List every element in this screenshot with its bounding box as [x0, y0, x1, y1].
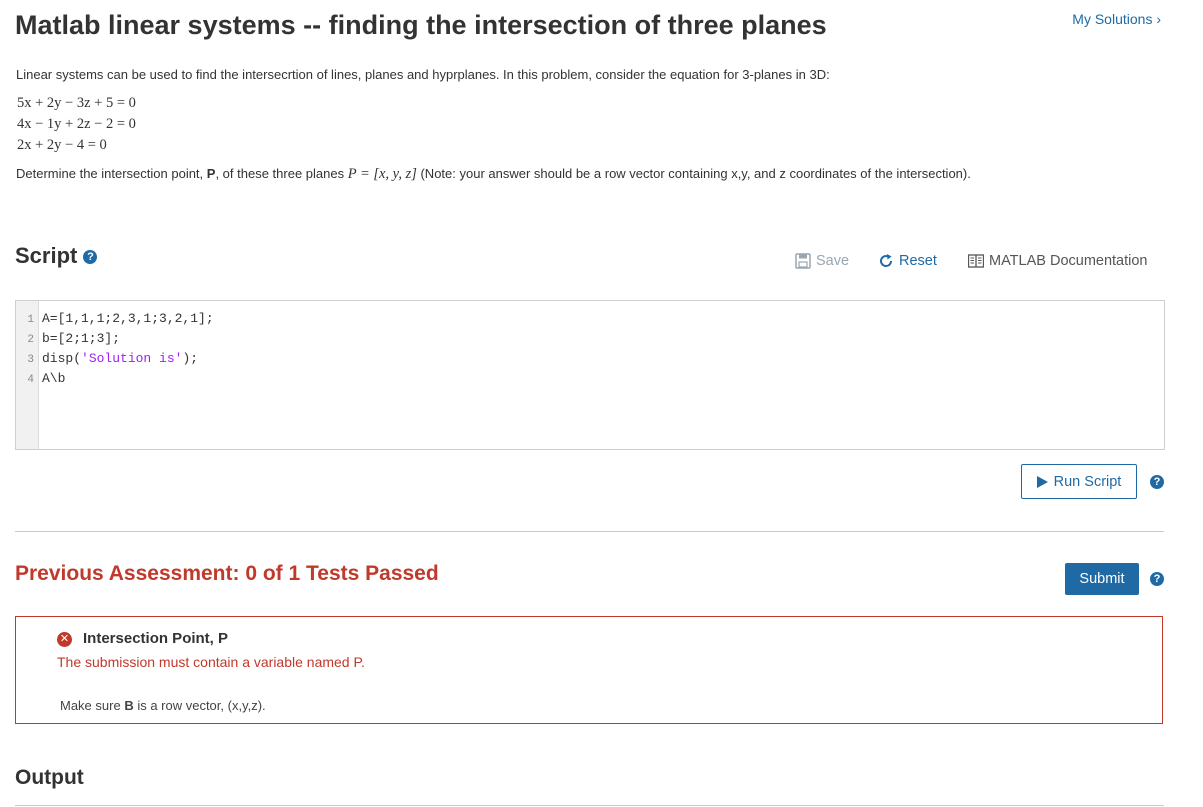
line-number: 2	[27, 334, 34, 346]
test-message: The submission must contain a variable n…	[57, 654, 365, 670]
section-divider	[15, 531, 1164, 532]
output-heading: Output	[15, 766, 84, 789]
reset-icon	[880, 254, 893, 267]
assessment-heading: Previous Assessment: 0 of 1 Tests Passed	[15, 562, 439, 585]
script-heading-row: Script ?	[15, 243, 98, 269]
output-divider	[15, 805, 1164, 806]
problem-intro: Linear systems can be used to find the i…	[16, 67, 830, 82]
test-result-panel: ✕ Intersection Point, P The submission m…	[15, 616, 1163, 724]
hint-bold: B	[124, 698, 134, 713]
test-hint: Make sure B is a row vector, (x,y,z).	[60, 698, 266, 713]
code-text: );	[182, 351, 199, 366]
task-prefix: Determine the intersection point,	[16, 166, 207, 181]
task-formula: P = [x, y, z]	[347, 166, 417, 182]
equation-2: 4x − 1y + 2z − 2 = 0	[17, 116, 136, 132]
fail-icon: ✕	[57, 632, 72, 647]
save-button[interactable]: Save	[795, 253, 849, 269]
page-title: Matlab linear systems -- finding the int…	[15, 10, 827, 40]
code-line-2[interactable]: 2 b=[2;1;3];	[16, 329, 214, 349]
run-help-icon[interactable]: ?	[1150, 475, 1164, 489]
docs-label: MATLAB Documentation	[989, 253, 1148, 269]
line-number: 1	[27, 314, 34, 326]
reset-button[interactable]: Reset	[878, 253, 937, 269]
task-mid: , of these three planes	[215, 166, 348, 181]
code-text: b=[2;1;3];	[42, 331, 121, 346]
script-help-icon[interactable]: ?	[83, 250, 98, 265]
equation-3: 2x + 2y − 4 = 0	[17, 137, 107, 153]
code-string: 'Solution is'	[81, 351, 183, 366]
code-editor[interactable]: 1 A=[1,1,1;2,3,1;3,2,1]; 2 b=[2;1;3]; 3 dis…	[15, 300, 1165, 450]
save-icon	[795, 253, 811, 269]
hint-prefix: Make sure	[60, 698, 125, 713]
play-icon	[1036, 475, 1048, 488]
line-number: 4	[27, 374, 34, 386]
code-line-1[interactable]: 1 A=[1,1,1;2,3,1;3,2,1];	[16, 309, 214, 329]
matlab-documentation-link[interactable]: MATLAB Documentation	[968, 253, 1148, 269]
my-solutions-link[interactable]: My Solutions ›	[1072, 11, 1161, 27]
code-line-4[interactable]: 4 A\b	[16, 369, 214, 389]
code-text: A=[1,1,1;2,3,1;3,2,1];	[42, 311, 214, 326]
save-label: Save	[816, 253, 850, 269]
reset-label: Reset	[899, 253, 937, 269]
code-text: A\b	[42, 371, 66, 386]
submit-help-icon[interactable]: ?	[1150, 572, 1164, 586]
run-script-button[interactable]: Run Script	[1021, 464, 1137, 499]
problem-task: Determine the intersection point, P, of …	[16, 166, 971, 183]
equation-1: 5x + 2y − 3z + 5 = 0	[17, 95, 136, 111]
code-text: disp(	[42, 351, 82, 366]
line-number: 3	[27, 354, 34, 366]
submit-button[interactable]: Submit	[1065, 563, 1139, 595]
code-lines: 1 A=[1,1,1;2,3,1;3,2,1]; 2 b=[2;1;3]; 3 dis…	[16, 309, 214, 389]
run-script-label: Run Script	[1053, 473, 1122, 490]
task-suffix: (Note: your answer should be a row vecto…	[416, 166, 971, 181]
code-line-3[interactable]: 3 disp('Solution is');	[16, 349, 214, 369]
book-icon	[968, 254, 984, 268]
hint-suffix: is a row vector, (x,y,z).	[133, 698, 266, 713]
script-heading: Script	[15, 243, 78, 268]
test-title: Intersection Point, P	[83, 630, 229, 647]
